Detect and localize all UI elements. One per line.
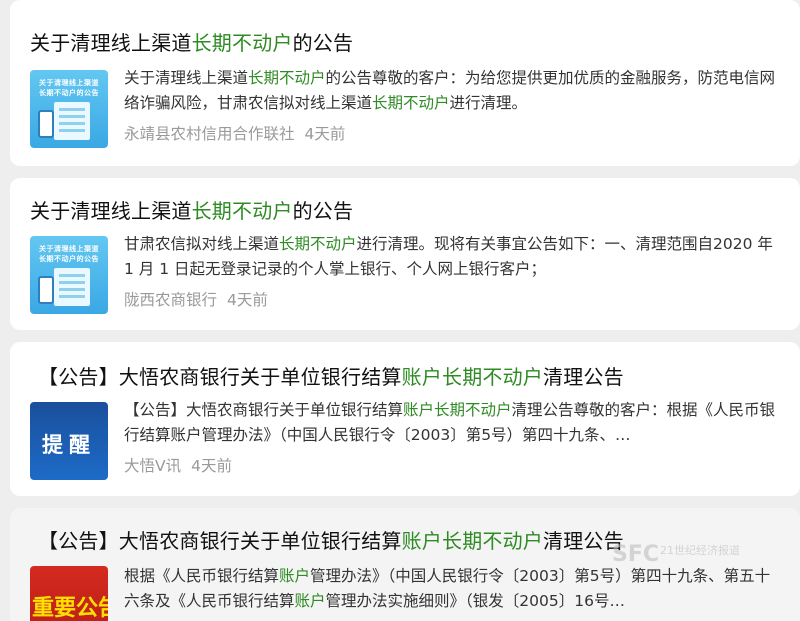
result-thumbnail[interactable]: 提醒 — [30, 402, 108, 480]
snippet-text: 根据《人民币银行结算 — [124, 567, 280, 585]
title-keyword-highlight: 账户长期不动户 — [401, 529, 544, 553]
thumbnail-caption: 长期不动户的公告 — [39, 89, 99, 97]
result-title[interactable]: 关于清理线上渠道长期不动户的公告 — [30, 30, 353, 56]
title-text: 【公告】大悟农商银行关于单位银行结算 — [38, 529, 402, 553]
result-time: 4天前 — [227, 291, 268, 309]
result-snippet: 关于清理线上渠道长期不动户的公告尊敬的客户：为给您提供更加优质的金融服务，防范电… — [124, 66, 784, 116]
snippet-keyword-highlight: 账户长期不动户 — [403, 401, 512, 419]
title-keyword-highlight: 账户长期不动户 — [401, 365, 544, 389]
phone-icon — [38, 110, 54, 138]
result-source[interactable]: 永靖县农村信用合作联社 — [124, 125, 295, 143]
snippet-text: 【公告】大悟农商银行关于单位银行结算 — [124, 401, 404, 419]
snippet-text: 关于清理线上渠道 — [124, 69, 249, 87]
result-title[interactable]: 【公告】大悟农商银行关于单位银行结算账户长期不动户清理公告 — [38, 364, 624, 390]
title-text: 关于清理线上渠道 — [30, 31, 192, 55]
thumbnail-caption: 关于清理线上渠道 — [39, 79, 99, 87]
snippet-keyword-highlight: 账户 — [294, 592, 326, 610]
title-text: 【公告】大悟农商银行关于单位银行结算 — [38, 365, 402, 389]
thumbnail-caption: 关于清理线上渠道 — [39, 245, 99, 253]
search-results-feed: 关于清理线上渠道长期不动户的公告 关于清理线上渠道 长期不动户的公告 关于清理线… — [0, 0, 800, 621]
snippet-keyword-highlight: 长期不动户 — [372, 94, 450, 112]
snippet-text: 甘肃农信拟对线上渠道 — [124, 235, 280, 253]
title-text: 的公告 — [292, 31, 354, 55]
title-keyword-highlight: 长期不动户 — [191, 199, 293, 223]
result-thumbnail[interactable]: 关于清理线上渠道 长期不动户的公告 — [30, 70, 108, 148]
result-time: 4天前 — [191, 457, 232, 475]
snippet-text: 管理办法实施细则》（银发〔2005〕16号… — [325, 592, 625, 610]
result-title[interactable]: 关于清理线上渠道长期不动户的公告 — [30, 198, 353, 224]
result-title[interactable]: 【公告】大悟农商银行关于单位银行结算账户长期不动户清理公告 — [38, 528, 624, 554]
snippet-keyword-highlight: 长期不动户 — [279, 235, 357, 253]
phone-icon — [38, 276, 54, 304]
result-thumbnail[interactable]: 重要公告 — [30, 566, 108, 621]
result-snippet: 【公告】大悟农商银行关于单位银行结算账户长期不动户清理公告尊敬的客户：根据《人民… — [124, 398, 784, 448]
result-card[interactable]: 【公告】大悟农商银行关于单位银行结算账户长期不动户清理公告 提醒 【公告】大悟农… — [10, 342, 800, 496]
thumbnail-caption: 重要公告 — [32, 596, 108, 621]
result-time: 4天前 — [304, 125, 346, 143]
title-keyword-highlight: 长期不动户 — [191, 31, 293, 55]
snippet-keyword-highlight: 长期不动户 — [248, 69, 326, 87]
result-source[interactable]: 大悟V讯 — [124, 457, 181, 475]
result-source[interactable]: 陇西农商银行 — [124, 291, 217, 309]
title-text: 清理公告 — [543, 365, 624, 389]
result-card[interactable]: 关于清理线上渠道长期不动户的公告 关于清理线上渠道 长期不动户的公告 关于清理线… — [10, 0, 800, 166]
result-card[interactable]: 关于清理线上渠道长期不动户的公告 关于清理线上渠道 长期不动户的公告 甘肃农信拟… — [10, 178, 800, 330]
result-snippet: 甘肃农信拟对线上渠道长期不动户进行清理。现将有关事宜公告如下：一、清理范围自20… — [124, 232, 784, 282]
result-meta: 陇西农商银行 4天前 — [124, 288, 268, 310]
result-meta: 大悟V讯 4天前 — [124, 454, 232, 476]
thumbnail-caption: 长期不动户的公告 — [39, 255, 99, 263]
result-thumbnail[interactable]: 关于清理线上渠道 长期不动户的公告 — [30, 236, 108, 314]
notice-board-icon — [54, 102, 90, 140]
notice-board-icon — [54, 268, 90, 306]
title-text: 关于清理线上渠道 — [30, 199, 192, 223]
snippet-text: 进行清理。 — [449, 94, 528, 112]
title-text: 的公告 — [292, 199, 354, 223]
thumbnail-caption: 提醒 — [42, 433, 96, 457]
result-snippet: 根据《人民币银行结算账户管理办法》（中国人民银行令〔2003〕第5号）第四十九条… — [124, 564, 784, 614]
result-meta: 永靖县农村信用合作联社 4天前 — [124, 122, 345, 144]
snippet-keyword-highlight: 账户 — [279, 567, 311, 585]
result-card[interactable]: 【公告】大悟农商银行关于单位银行结算账户长期不动户清理公告 重要公告 根据《人民… — [10, 508, 800, 621]
title-text: 清理公告 — [543, 529, 624, 553]
